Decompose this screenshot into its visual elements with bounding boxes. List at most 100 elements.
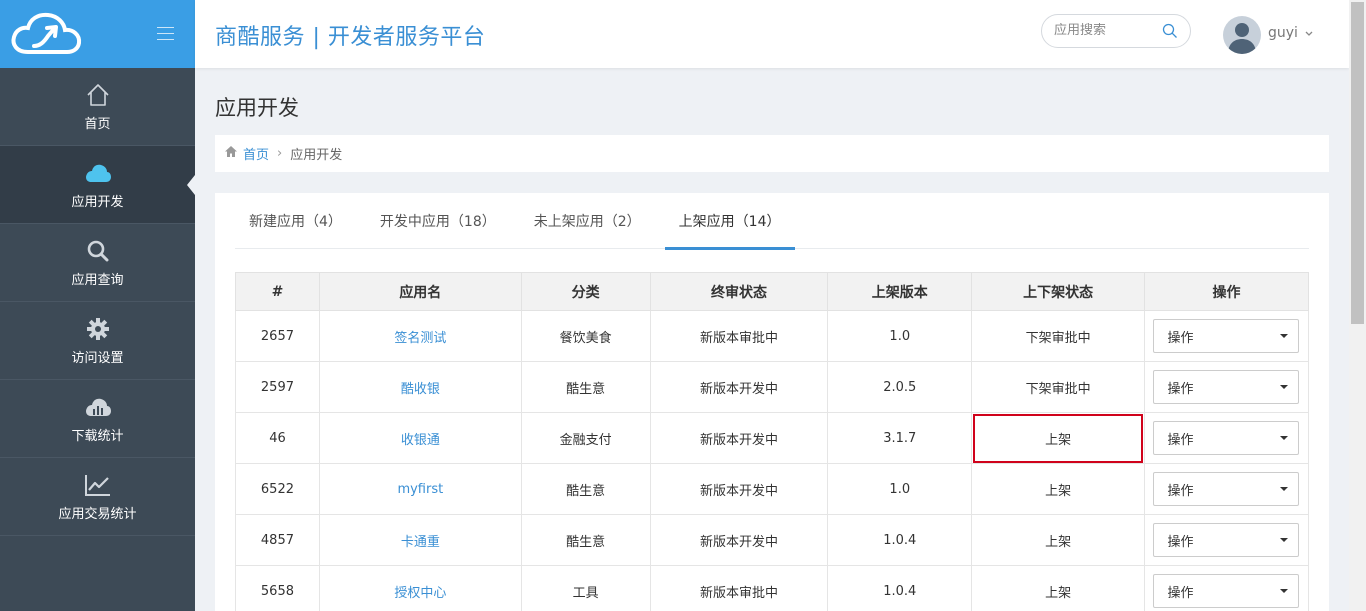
caret-down-icon	[1280, 589, 1289, 593]
sidebar-item-trade-stats[interactable]: 应用交易统计	[0, 458, 195, 536]
action-cell: 操作	[1143, 361, 1310, 413]
app-name-link[interactable]: 授权中心	[318, 565, 522, 611]
column-header: 分类	[520, 272, 651, 311]
app-name-link[interactable]: 收银通	[318, 412, 522, 464]
action-label: 操作	[1167, 534, 1194, 550]
column-header: 上下架状态	[971, 272, 1145, 311]
column-header: 终审状态	[649, 272, 829, 311]
column-header: #	[235, 272, 320, 311]
breadcrumb: 首页 › 应用开发	[215, 135, 1329, 172]
app-id: 5658	[235, 565, 320, 611]
tab-developing-apps[interactable]: 开发中应用（18）	[366, 193, 510, 249]
tab-listed-apps[interactable]: 上架应用（14）	[664, 193, 795, 250]
action-label: 操作	[1167, 381, 1194, 397]
sidebar-item-app-query[interactable]: 应用查询	[0, 224, 195, 302]
sidebar-item-download-stats[interactable]: 下载统计	[0, 380, 195, 458]
sidebar-item-app-dev[interactable]: 应用开发	[0, 146, 195, 224]
action-label: 操作	[1167, 330, 1194, 346]
action-dropdown-button[interactable]: 操作	[1153, 574, 1300, 608]
listed-version: 1.0	[827, 463, 973, 515]
cloud-logo-icon[interactable]	[10, 12, 82, 60]
table-row: 46 收银通 金融支付 新版本开发中 3.1.7 上架 操作	[235, 412, 1310, 464]
sidebar-item-home[interactable]: 首页	[0, 68, 195, 146]
listing-status: 上架	[971, 565, 1145, 611]
search-icon[interactable]	[1162, 23, 1178, 43]
action-dropdown-button[interactable]: 操作	[1153, 523, 1300, 557]
listing-status: 上架	[971, 514, 1145, 566]
app-id: 46	[235, 412, 320, 464]
app-name-link[interactable]: 签名测试	[318, 310, 522, 362]
tab-unlisted-apps[interactable]: 未上架应用（2）	[520, 193, 655, 249]
app-category: 餐饮美食	[520, 310, 651, 362]
action-dropdown-button[interactable]: 操作	[1153, 370, 1300, 404]
listing-status: 下架审批中	[971, 361, 1145, 413]
action-cell: 操作	[1143, 514, 1310, 566]
app-name-link[interactable]: 卡通重	[318, 514, 522, 566]
sidebar-item-access-settings[interactable]: 访问设置	[0, 302, 195, 380]
action-cell: 操作	[1143, 463, 1310, 515]
sidebar-item-label: 应用交易统计	[58, 507, 137, 522]
caret-down-icon	[1280, 487, 1289, 491]
chevron-down-icon[interactable]	[1304, 25, 1314, 45]
app-id: 2657	[235, 310, 320, 362]
avatar[interactable]	[1223, 16, 1261, 54]
app-id: 6522	[235, 463, 320, 515]
platform-title: 商酷服务 | 开发者服务平台	[215, 25, 486, 50]
app-id: 2597	[235, 361, 320, 413]
breadcrumb-current: 应用开发	[290, 148, 343, 163]
review-status: 新版本审批中	[649, 565, 829, 611]
caret-down-icon	[1280, 436, 1289, 440]
table-row: 4857 卡通重 酷生意 新版本开发中 1.0.4 上架 操作	[235, 514, 1310, 566]
breadcrumb-home-link[interactable]: 首页	[243, 144, 269, 163]
action-cell: 操作	[1143, 412, 1310, 464]
action-label: 操作	[1167, 585, 1194, 601]
sidebar-item-label: 首页	[84, 117, 111, 132]
sidebar-header	[0, 0, 195, 68]
chevron-right-icon: ›	[277, 146, 283, 161]
app-category: 工具	[520, 565, 651, 611]
listed-version: 1.0.4	[827, 565, 973, 611]
table-row: 5658 授权中心 工具 新版本审批中 1.0.4 上架 操作	[235, 565, 1310, 611]
action-dropdown-button[interactable]: 操作	[1153, 421, 1300, 455]
action-dropdown-button[interactable]: 操作	[1153, 319, 1300, 353]
top-bar: 商酷服务 | 开发者服务平台 guyi	[195, 0, 1349, 68]
caret-down-icon	[1280, 538, 1289, 542]
sidebar-item-label: 应用开发	[71, 195, 124, 210]
table-row: 2597 酷收银 酷生意 新版本开发中 2.0.5 下架审批中 操作	[235, 361, 1310, 413]
action-dropdown-button[interactable]: 操作	[1153, 472, 1300, 506]
listed-version: 1.0.4	[827, 514, 973, 566]
caret-down-icon	[1280, 334, 1289, 338]
table-row: 6522 myfirst 酷生意 新版本开发中 1.0 上架 操作	[235, 463, 1310, 515]
line-chart-icon	[84, 471, 112, 499]
search-box[interactable]	[1041, 14, 1191, 48]
review-status: 新版本开发中	[649, 361, 829, 413]
app-category: 酷生意	[520, 514, 651, 566]
app-category: 金融支付	[520, 412, 651, 464]
listing-status: 下架审批中	[971, 310, 1145, 362]
app-list-panel: 新建应用（4） 开发中应用（18） 未上架应用（2） 上架应用（14） # 应用…	[215, 193, 1329, 611]
column-header: 操作	[1143, 272, 1310, 311]
sidebar-item-label: 下载统计	[71, 429, 124, 444]
tabs: 新建应用（4） 开发中应用（18） 未上架应用（2） 上架应用（14）	[235, 193, 1309, 250]
home-icon	[225, 146, 237, 161]
username[interactable]: guyi	[1268, 25, 1298, 41]
app-table: # 应用名 分类 终审状态 上架版本 上下架状态 操作 2657 签名测试 餐饮…	[235, 272, 1310, 611]
search-input[interactable]	[1054, 23, 1154, 38]
column-header: 应用名	[318, 272, 522, 311]
column-header: 上架版本	[827, 272, 973, 311]
tab-new-apps[interactable]: 新建应用（4）	[235, 193, 356, 249]
scrollbar-thumb[interactable]	[1351, 2, 1364, 324]
page-scrollbar[interactable]	[1349, 0, 1366, 611]
listing-status: 上架	[971, 463, 1145, 515]
app-name-link[interactable]: 酷收银	[318, 361, 522, 413]
action-label: 操作	[1167, 432, 1194, 448]
app-name-link[interactable]: myfirst	[318, 463, 522, 515]
sidebar-item-label: 应用查询	[71, 273, 124, 288]
review-status: 新版本开发中	[649, 514, 829, 566]
search-icon	[84, 237, 112, 265]
review-status: 新版本开发中	[649, 412, 829, 464]
app-id: 4857	[235, 514, 320, 566]
cloud-chart-icon	[84, 393, 112, 421]
hamburger-icon[interactable]	[157, 27, 174, 41]
page-title: 应用开发	[215, 96, 299, 120]
